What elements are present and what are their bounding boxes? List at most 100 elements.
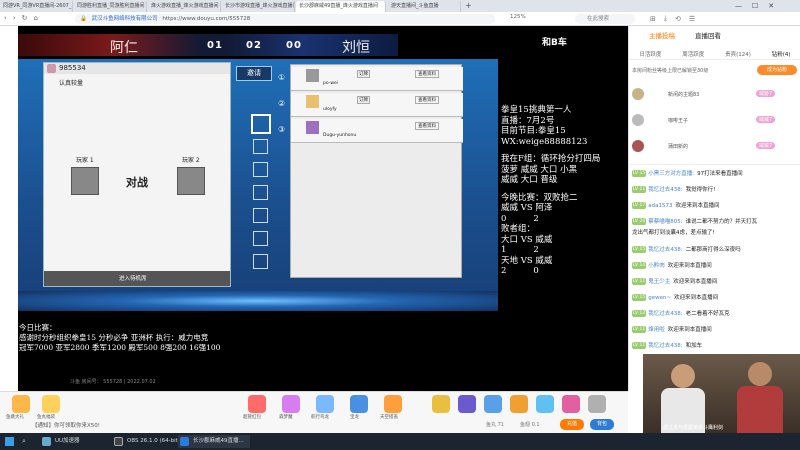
url-field[interactable]: 🔒 武汉斗鱼网络科技有限公司 https://www.douyu.com/555… [75, 14, 495, 24]
fan-row[interactable]: 蒲田新的 威威7 [632, 140, 798, 154]
view-profile-button[interactable]: 查看资料 [415, 96, 439, 104]
chat-user[interactable]: ada1573 [648, 203, 672, 209]
slot-number: ② [278, 99, 286, 108]
slot-square[interactable] [253, 208, 268, 223]
invite-button[interactable]: 邀请 [236, 66, 272, 81]
browser-tab[interactable]: 游天直播间_斗鱼直播 [388, 1, 461, 12]
slot-number: ① [278, 73, 286, 82]
chat-user[interactable]: 我忆过去438: [648, 311, 682, 317]
start-icon[interactable] [5, 437, 14, 446]
browser-tab[interactable]: 长沙市游戏直播_烽火游戏直播间 [222, 1, 295, 12]
slot-square[interactable] [253, 162, 268, 177]
settings-icon[interactable]: ☰ [689, 15, 695, 23]
chat-text: 谁说二都不努力的？并天打瓦 [685, 219, 758, 225]
room-footer: 斗鱼 房间号： 555728 | 2022.07.02 [70, 379, 156, 385]
chat-user[interactable]: 我忆过去438: [648, 187, 682, 193]
avatar [632, 114, 644, 126]
search-input[interactable]: 在此搜索 [575, 14, 635, 24]
taskbar-app[interactable]: 长沙郡麻威49直播... [178, 435, 250, 448]
search-placeholder: 在此搜索 [587, 16, 610, 22]
player-avatar-icon [306, 121, 319, 134]
fan-row[interactable]: 新闲的主题83 威胁7 [632, 88, 798, 102]
chat-user[interactable]: 鬼王少主 [648, 279, 670, 285]
chat-user[interactable]: 小黔肉 [648, 263, 665, 269]
slot-square[interactable] [253, 231, 268, 246]
tab-daily[interactable]: 日活跃度 [639, 50, 661, 58]
chat-user[interactable]: 烽用啦 [648, 327, 665, 333]
home-icon[interactable]: ⌂ [34, 14, 38, 22]
gift-icon[interactable] [458, 395, 476, 413]
tonight-line: 威威 VS 阿泽 [501, 203, 553, 213]
player-slot[interactable]: ② uloyfy 订牌 查看资料 [278, 93, 463, 117]
search-icon[interactable]: ⌕ [22, 437, 26, 446]
browser-tab-active[interactable]: 长沙郡麻威49直播_烽火游戏直播间 [296, 1, 386, 12]
browser-tab[interactable]: 同游胜利直播_同游胜利直播间 [74, 1, 147, 12]
browser-tab[interactable]: 烽火游戏直播_烽火游戏直播间 [148, 1, 221, 12]
level-badge: LV 17 [632, 202, 647, 209]
fan-row[interactable]: 咖啡王子 威威7 [632, 114, 798, 128]
gift-icon[interactable] [248, 395, 266, 413]
gift-icon[interactable] [588, 395, 606, 413]
chat-message: LV 20 蔡蔡喵喵805: 谁说二都不努力的？并天打瓦 [632, 217, 796, 228]
gift-icon[interactable] [316, 395, 334, 413]
history-icon[interactable]: ⟲ [675, 15, 681, 23]
minimize-icon[interactable]: — [735, 2, 742, 10]
player-slot[interactable]: ① po-wei 订牌 查看资料 [278, 67, 463, 91]
gift-label: 航行鸟龙 [311, 415, 329, 420]
tonight-line: 大口 VS 威威 [501, 234, 553, 245]
reload-icon[interactable]: ↻ [22, 14, 28, 22]
become-fan-button[interactable]: 成为钻粉 [757, 65, 797, 75]
taskbar-app[interactable]: UU加速器 [40, 435, 112, 448]
player-name: Dugu-yunhonu [323, 133, 357, 138]
slot-square[interactable] [253, 139, 268, 154]
chat-text: 老二看着不好瓦克 [685, 311, 730, 317]
maximize-icon[interactable]: ☐ [752, 2, 758, 10]
view-profile-button[interactable]: 查看资料 [415, 70, 439, 78]
gift-icon[interactable] [42, 395, 60, 413]
chat-user[interactable]: 我忆过去438: [648, 343, 682, 349]
chat-user[interactable]: 蔡蔡喵喵805: [648, 219, 682, 225]
close-icon[interactable]: ✕ [768, 2, 774, 10]
extensions-icon[interactable]: ⊞ [650, 15, 656, 23]
gift-icon[interactable] [282, 395, 300, 413]
gift-icon[interactable] [536, 395, 554, 413]
recharge-button[interactable]: 充值 [560, 419, 584, 430]
zoom-level[interactable]: 125% [510, 14, 526, 20]
chat-user[interactable]: 小黑三方对方直播: [648, 171, 694, 177]
chat-text: 欢迎来到本直播间 [667, 263, 712, 269]
chat-user[interactable]: gewen~ [648, 295, 671, 301]
tab-diamond[interactable]: 钻粉(4) [772, 50, 791, 58]
fan-name: 新闲的主题83 [668, 92, 700, 98]
gift-notice: 【通知】你可领取你来X50! [32, 423, 100, 429]
score-left: 01 [207, 40, 223, 51]
forward-icon[interactable]: › [13, 14, 16, 22]
gift-label: 鱼跳大礼 [6, 415, 24, 420]
new-tab-icon[interactable]: + [465, 1, 472, 10]
slot-square[interactable] [253, 254, 268, 269]
tab-streamer-post[interactable]: 主播投稿 [649, 30, 675, 40]
downloads-icon[interactable]: ⤓ [664, 14, 667, 23]
gift-icon[interactable] [384, 395, 402, 413]
view-profile-button[interactable]: 查看资料 [415, 122, 439, 130]
gift-icon[interactable] [484, 395, 502, 413]
tab-vip[interactable]: 贵宾(124) [725, 50, 751, 58]
taskbar-app[interactable]: OBS 26.1.0 (64-bit... [112, 435, 184, 448]
enter-queue-button[interactable]: 进入待机席 [44, 271, 230, 286]
screen: 同游VR_同游VR直播间-2607_斗鱼 同游胜利直播_同游胜利直播间 烽火游戏… [0, 0, 800, 450]
tab-replay[interactable]: 直播回看 [695, 30, 721, 40]
slot-square-selected[interactable] [251, 114, 271, 134]
gift-icon[interactable] [350, 395, 368, 413]
browser-tab[interactable]: 同游VR_同游VR直播间-2607_斗鱼 [0, 1, 73, 12]
player-slot[interactable]: ③ Dugu-yunhonu 查看资料 [278, 119, 463, 143]
gift-icon[interactable] [510, 395, 528, 413]
score-right: 00 [286, 40, 302, 51]
tab-weekly[interactable]: 周活跃度 [682, 50, 704, 58]
video-player[interactable]: 阿仁 01 02 00 刘恒 和B车 985534 认真较量 玩家 1 玩家 2… [18, 26, 628, 391]
backpack-button[interactable]: 背包 [590, 419, 614, 430]
chat-user[interactable]: 我忆过去438: [648, 247, 682, 253]
back-icon[interactable]: ‹ [4, 14, 7, 22]
gift-icon[interactable] [12, 395, 30, 413]
gift-icon[interactable] [432, 395, 450, 413]
gift-icon[interactable] [562, 395, 580, 413]
slot-square[interactable] [253, 185, 268, 200]
